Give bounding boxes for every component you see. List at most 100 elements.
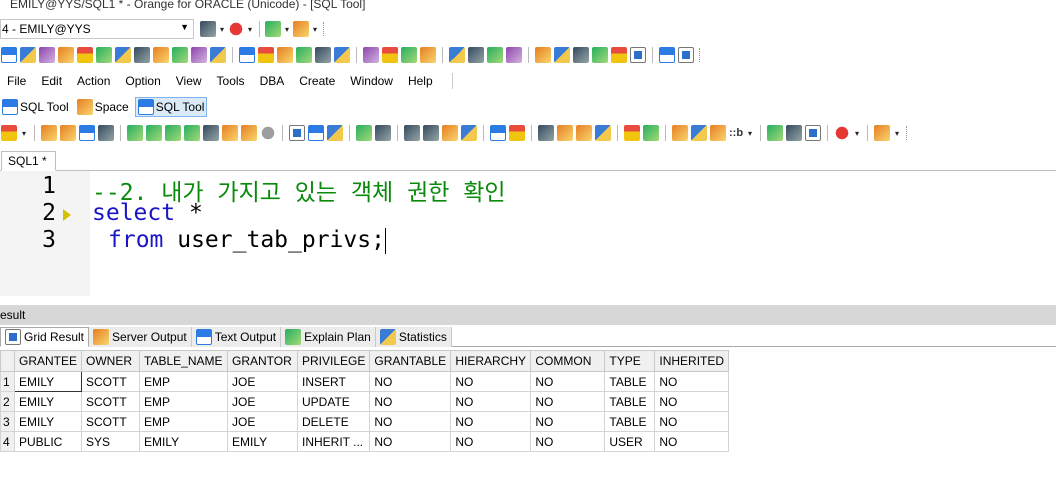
execute-script-icon[interactable] [165,125,181,141]
report-icon[interactable] [449,47,465,63]
execute-all-icon[interactable] [146,125,162,141]
compare-icon[interactable] [210,47,226,63]
list-icon[interactable] [611,47,627,63]
explain-icon[interactable] [203,125,219,141]
execute-current-icon[interactable] [184,125,200,141]
lightbulb-icon[interactable] [710,125,726,141]
clipboard-icon[interactable] [874,125,891,141]
grid-cell[interactable]: EMILY [139,431,229,452]
grid-cell[interactable]: NO [450,411,532,432]
error-icon[interactable] [834,125,851,141]
sql-tool-icon[interactable] [1,47,17,63]
checklist-icon[interactable] [573,47,589,63]
grid-cell[interactable]: EMP [139,411,229,432]
grid-cell[interactable]: NO [654,431,730,452]
grid-cell[interactable]: USER [604,431,656,452]
grid-cell[interactable]: INHERIT ... [297,431,371,452]
storage-icon[interactable] [382,47,398,63]
paste-icon[interactable] [442,125,458,141]
table-row[interactable]: 1 EMILY SCOTT EMP JOE INSERT NO NO NO TA… [0,371,730,392]
cut-icon[interactable] [404,125,420,141]
dropdown-arrow-icon[interactable]: ▾ [853,129,861,138]
grid-cell[interactable]: EMILY [13,371,83,392]
grid-cell[interactable]: JOE [227,411,299,432]
grid-cell[interactable]: EMILY [227,431,299,452]
tab-statistics[interactable]: Statistics [375,327,452,347]
save-icon[interactable] [79,125,95,141]
monitor-icon[interactable] [659,47,675,63]
menu-create[interactable]: Create [299,74,343,88]
connect-icon[interactable] [200,21,216,37]
tuning-icon[interactable] [258,47,274,63]
grid-cell[interactable]: NO [450,431,532,452]
menu-option[interactable]: Option [125,74,168,88]
query-builder-icon[interactable] [241,125,257,141]
ash-icon[interactable] [334,47,350,63]
window-icon[interactable] [630,47,646,63]
redo-icon[interactable] [375,125,391,141]
format-icon[interactable] [624,125,640,141]
beautify-icon[interactable] [643,125,659,141]
grid-cell[interactable]: DELETE [297,411,371,432]
tab-explain-plan[interactable]: Explain Plan [281,327,376,347]
transaction-icon[interactable] [296,47,312,63]
menu-edit[interactable]: Edit [41,74,70,88]
comment-icon[interactable] [490,125,506,141]
grid-cell[interactable]: EMILY [13,411,83,432]
grid-icon[interactable] [767,125,784,141]
describe-icon[interactable] [222,125,238,141]
column-header[interactable]: GRANTABLE [369,350,452,372]
grid-cell[interactable]: JOE [227,371,299,392]
commit-icon[interactable] [265,21,281,37]
table-icon[interactable] [134,47,150,63]
grid-cell[interactable]: TABLE [604,411,656,432]
disconnect-icon[interactable] [228,21,244,37]
lock-icon[interactable] [277,47,293,63]
tab-grid-result[interactable]: Grid Result [0,327,90,347]
sql-monitor-icon[interactable] [239,47,255,63]
security-icon[interactable] [420,47,436,63]
grid-cell[interactable]: TABLE [604,371,656,392]
column-header[interactable]: TYPE [604,350,656,372]
backup-icon[interactable] [401,47,417,63]
column-header[interactable]: HIERARCHY [450,350,532,372]
instance-icon[interactable] [363,47,379,63]
menu-window[interactable]: Window [350,74,401,88]
text-view-icon[interactable] [308,125,324,141]
history-icon[interactable] [691,125,707,141]
window-tab-space[interactable]: Space [75,97,131,117]
bookmark-icon[interactable] [672,125,688,141]
db-link-icon[interactable] [535,47,551,63]
grid-cell[interactable]: NO [654,371,730,392]
column-header[interactable]: TABLE_NAME [139,350,229,372]
grid-cell[interactable]: NO [450,391,532,412]
menu-file[interactable]: File [7,74,34,88]
pl-sql-icon[interactable] [20,47,36,63]
toolbar-grip[interactable] [906,126,910,140]
plan-icon[interactable] [39,47,55,63]
menu-action[interactable]: Action [77,74,118,88]
log-icon[interactable] [487,47,503,63]
dropdown-arrow-icon[interactable]: ▾ [746,129,754,138]
options-icon[interactable] [592,47,608,63]
column-header[interactable]: OWNER [81,350,141,372]
grid-view-icon[interactable] [289,125,305,141]
undo-icon[interactable] [356,125,372,141]
grant-icon[interactable] [554,47,570,63]
tools-icon[interactable] [77,47,93,63]
session-icon[interactable] [96,47,112,63]
grid-cell[interactable]: INSERT [297,371,371,392]
object-icon[interactable] [153,47,169,63]
execute-icon[interactable] [127,125,143,141]
dropdown-arrow-icon[interactable]: ▾ [20,129,28,138]
grid-cell[interactable]: TABLE [604,391,656,412]
open-folder-icon[interactable] [60,125,76,141]
rollback-icon[interactable] [293,21,309,37]
menu-tools[interactable]: Tools [217,74,253,88]
toolbar-grip[interactable] [699,48,703,62]
table-row[interactable]: 4 PUBLIC SYS EMILY EMILY INHERIT ... NO … [0,431,730,452]
tab-server-output[interactable]: Server Output [89,327,192,347]
grid-cell[interactable]: EMP [139,371,229,392]
dropdown-arrow-icon[interactable]: ▾ [246,25,254,34]
column-header[interactable]: PRIVILEGE [297,350,371,372]
